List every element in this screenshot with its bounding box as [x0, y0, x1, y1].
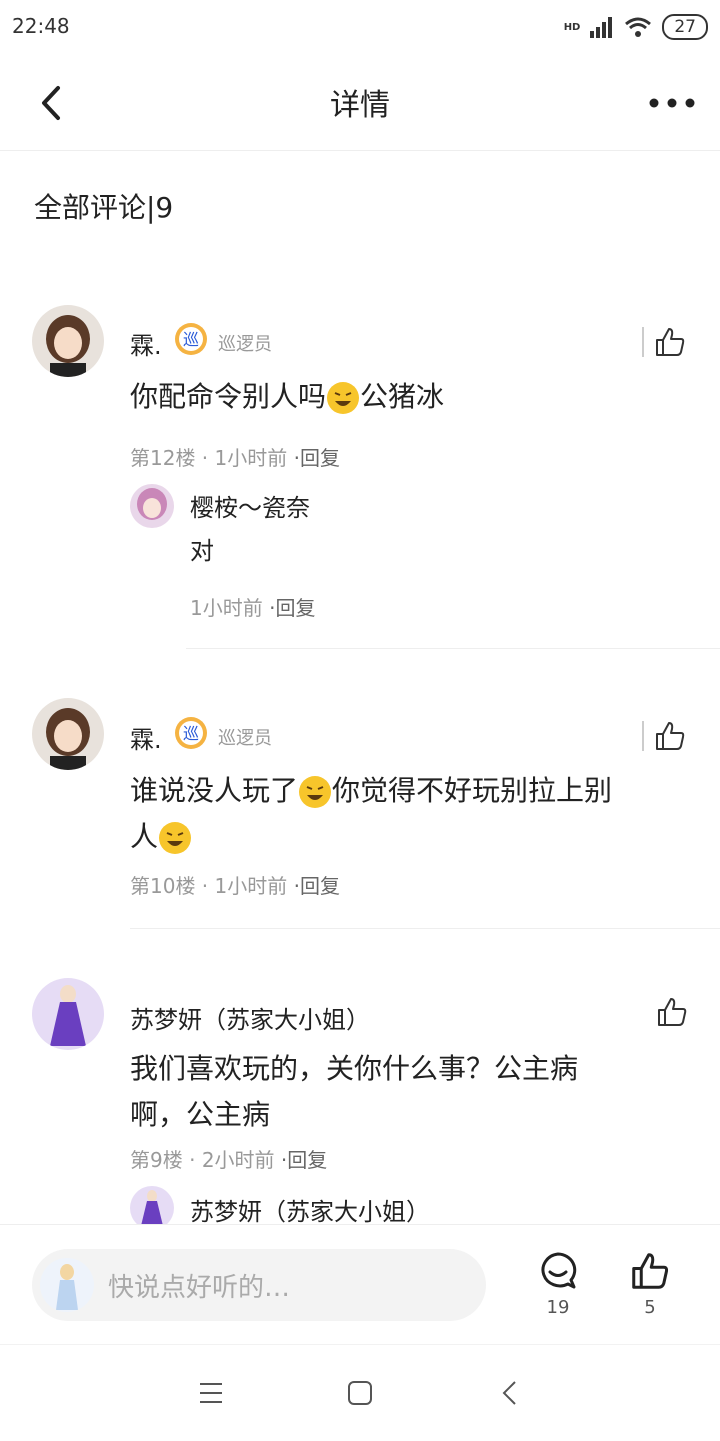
home-icon[interactable]	[346, 1379, 374, 1407]
avatar[interactable]	[32, 305, 104, 377]
timestamp: 1小时前	[214, 446, 288, 470]
like-count: 5	[644, 1297, 656, 1318]
reply-link[interactable]: ·回复	[294, 446, 340, 470]
floor-label: 第9楼	[130, 1148, 183, 1172]
like-count-button[interactable]: 5	[624, 1251, 676, 1318]
comment-input-placeholder: 快说点好听的…	[108, 1272, 291, 1303]
battery-indicator: 27	[662, 14, 708, 40]
divider-bar	[642, 327, 644, 357]
user-role: 巡逻员	[218, 728, 272, 749]
reply-link[interactable]: ·回复	[294, 874, 340, 898]
reply-link[interactable]: ·回复	[269, 596, 315, 620]
floor-label: 第12楼	[130, 446, 196, 470]
laughing-emoji-icon	[159, 822, 192, 854]
comment-count: 19	[546, 1297, 570, 1318]
divider-bar	[642, 721, 644, 751]
floor-label: 第10楼	[130, 874, 196, 898]
like-icon	[632, 1253, 669, 1289]
timestamp: 1小时前	[190, 596, 263, 620]
status-bar: 22:48 HD 27	[0, 0, 720, 56]
page-title: 详情	[330, 88, 390, 123]
like-button[interactable]	[642, 720, 686, 752]
avatar[interactable]	[32, 978, 104, 1050]
comment-input[interactable]: 快说点好听的…	[32, 1249, 486, 1321]
comment-input-bar: 快说点好听的… 19 5	[0, 1224, 720, 1345]
comment-text: 我们喜欢玩的，关你什么事？公主病 啊，公主病	[130, 1052, 579, 1131]
like-icon	[656, 328, 685, 356]
system-nav-bar	[0, 1344, 720, 1441]
timestamp: 2小时前	[201, 1148, 275, 1172]
reply-avatar[interactable]	[130, 484, 174, 528]
my-avatar	[40, 1258, 94, 1312]
username[interactable]: 霖.	[130, 720, 162, 755]
like-icon	[658, 998, 687, 1026]
comment-item: 苏梦妍（苏家大小姐） 我们喜欢玩的，关你什么事？公主病 啊，公主病 第9楼 · 2…	[0, 974, 720, 1224]
top-app-bar: 详情	[0, 56, 720, 151]
comment-icon	[541, 1252, 577, 1289]
status-indicators: HD 27	[564, 12, 708, 42]
signal-icon	[590, 17, 613, 38]
user-role: 巡逻员	[218, 334, 272, 355]
patrol-badge-icon: 巡	[175, 717, 207, 749]
menu-icon[interactable]	[198, 1381, 224, 1405]
timestamp: 1小时前	[214, 874, 288, 898]
comment-meta: 第9楼 · 2小时前 ·回复	[130, 1148, 328, 1172]
network-label: HD	[563, 21, 581, 33]
comment-text: 你配命令别人吗 公猪冰	[130, 380, 445, 414]
reply-text: 对	[190, 537, 214, 565]
like-button[interactable]	[642, 326, 686, 358]
status-time: 22:48	[12, 14, 70, 38]
laughing-emoji-icon	[299, 776, 332, 808]
comment-item: 霖. 巡 巡逻员 你配命令别人吗 公猪冰 第12楼 · 1小时前 ·回复 樱桉～瓷…	[0, 300, 720, 650]
avatar[interactable]	[32, 698, 104, 770]
comment-item: 霖. 巡 巡逻员 谁说没人玩了 你觉得不好玩别拉上别 人 第10楼 · 1小时前 …	[0, 694, 720, 930]
svg-text:巡: 巡	[183, 330, 199, 349]
comment-text: 谁说没人玩了 你觉得不好玩别拉上别 人	[130, 774, 613, 854]
reply-meta: 1小时前 ·回复	[190, 592, 315, 621]
reply-link[interactable]: ·回复	[281, 1148, 327, 1172]
nav-back-icon[interactable]	[500, 1379, 520, 1407]
svg-text:巡: 巡	[183, 724, 199, 743]
comment-meta: 第10楼 · 1小时前 ·回复	[130, 874, 340, 898]
more-icon[interactable]	[648, 86, 696, 120]
wifi-icon	[625, 17, 652, 37]
like-button[interactable]	[656, 996, 688, 1028]
patrol-badge-icon: 巡	[175, 323, 207, 355]
reply-avatar[interactable]	[130, 1186, 174, 1224]
username[interactable]: 苏梦妍（苏家大小姐）	[130, 1000, 370, 1035]
divider	[186, 648, 720, 649]
reply-username[interactable]: 苏梦妍（苏家大小姐）	[190, 1192, 430, 1224]
comment-count-button[interactable]: 19	[532, 1251, 584, 1318]
comment-meta: 第12楼 · 1小时前 ·回复	[130, 446, 340, 470]
username[interactable]: 霖.	[130, 326, 162, 361]
reply-username[interactable]: 樱桉～瓷奈	[190, 488, 310, 523]
laughing-emoji-icon	[327, 382, 360, 414]
like-icon	[656, 722, 685, 750]
comments-section-title: 全部评论|9	[34, 191, 174, 224]
divider	[130, 928, 720, 929]
